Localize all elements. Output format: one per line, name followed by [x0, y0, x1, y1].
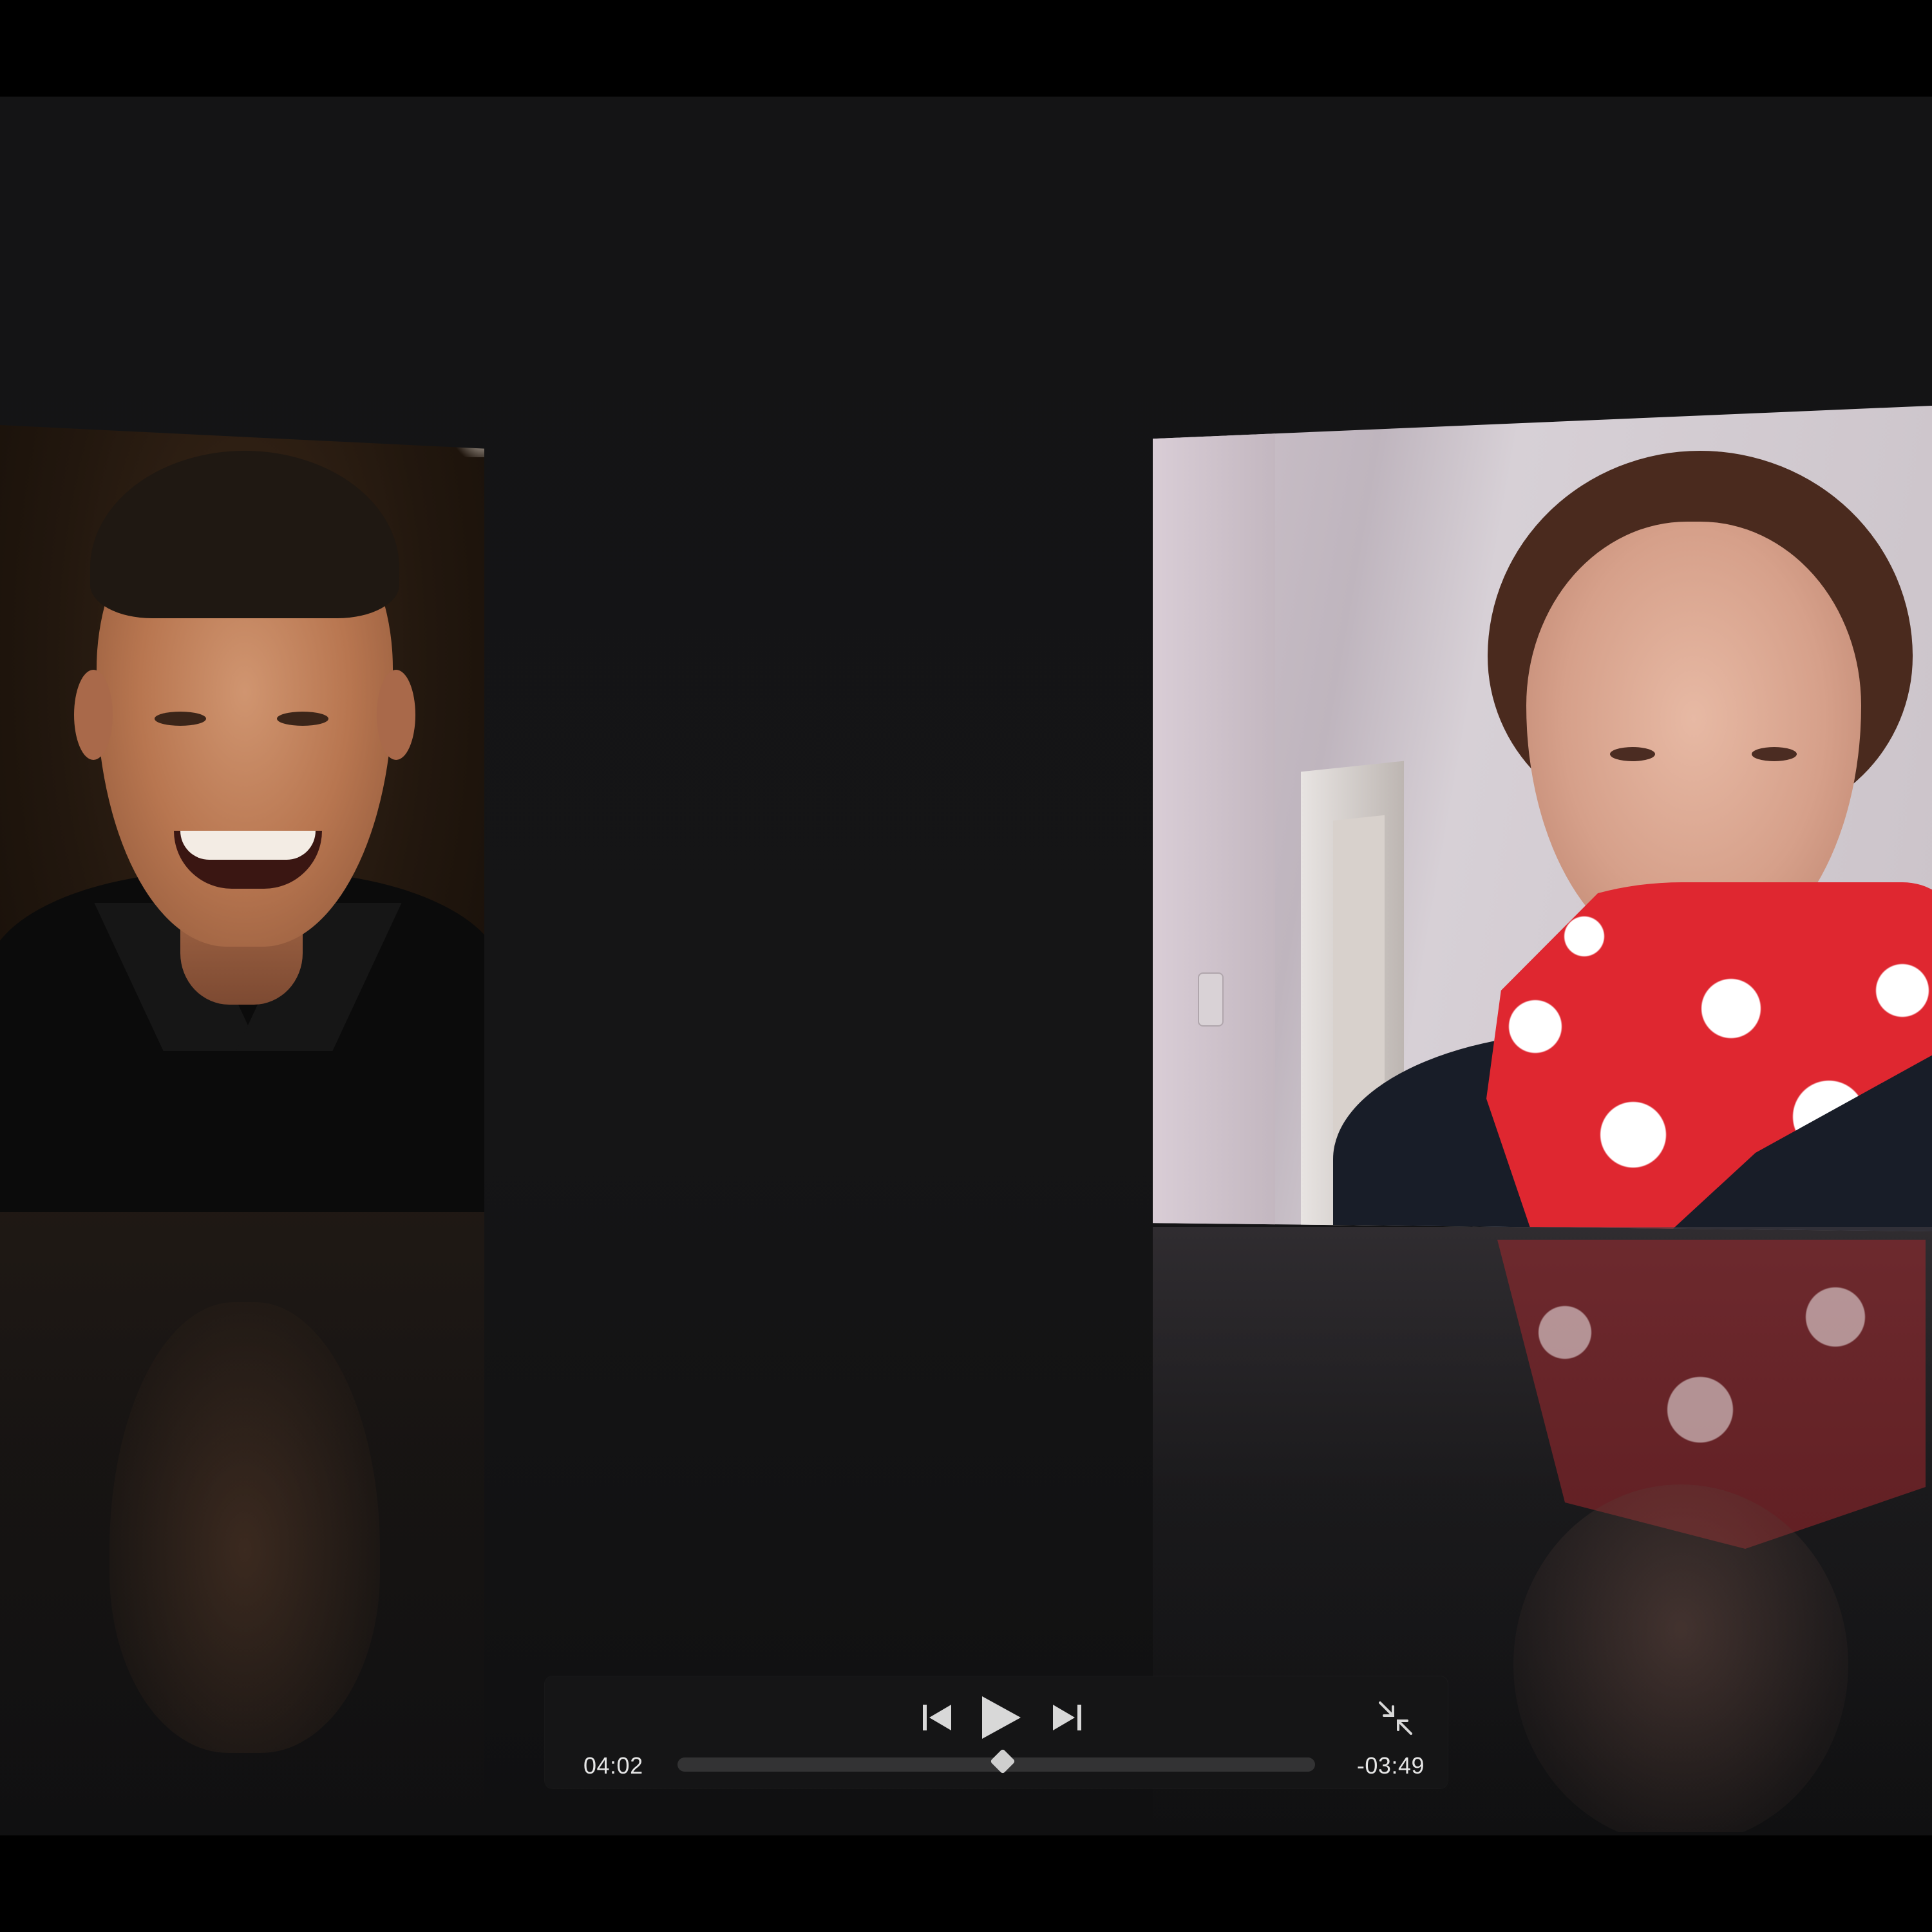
eye-left: [1610, 747, 1655, 761]
exit-fullscreen-icon: [1379, 1701, 1412, 1735]
left-person-photo: [0, 425, 484, 1212]
wall-thermostat: [1198, 972, 1224, 1027]
playback-controls: 04:02 -03:49: [545, 1676, 1448, 1788]
video-player: 04:02 -03:49: [0, 0, 1932, 1932]
reflected-face: [109, 1302, 380, 1753]
photo-backdrop-highlight: [446, 431, 484, 457]
skip-back-button[interactable]: [918, 1698, 957, 1737]
skip-back-icon: [923, 1705, 951, 1730]
hair: [90, 451, 399, 618]
eye-right: [277, 712, 328, 726]
skip-forward-button[interactable]: [1047, 1698, 1086, 1737]
ear-left: [74, 670, 113, 760]
eye-left: [155, 712, 206, 726]
wall: [1153, 406, 1275, 1231]
reflected-face: [1513, 1484, 1848, 1832]
eye-right: [1752, 747, 1797, 761]
play-icon: [982, 1696, 1021, 1739]
ear-right: [377, 670, 415, 760]
right-person-photo: [1153, 406, 1932, 1231]
skip-forward-icon: [1053, 1705, 1081, 1730]
play-button[interactable]: [975, 1692, 1027, 1743]
scrubber-handle[interactable]: [990, 1748, 1016, 1774]
left-photo-reflection: [0, 1212, 484, 1830]
exit-fullscreen-button[interactable]: [1376, 1698, 1416, 1738]
elapsed-time: 04:02: [583, 1752, 643, 1779]
video-frame[interactable]: [0, 97, 1932, 1835]
progress-scrubber[interactable]: [677, 1748, 1315, 1774]
remaining-time: -03:49: [1356, 1752, 1425, 1779]
teeth: [180, 831, 316, 860]
